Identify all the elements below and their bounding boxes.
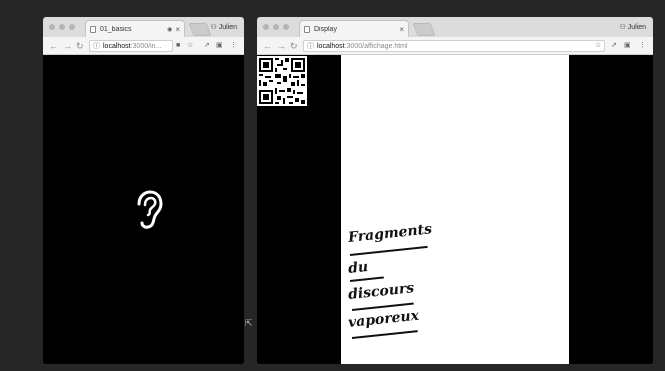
close-window-button[interactable] <box>49 24 55 30</box>
back-icon[interactable]: ← <box>49 40 58 52</box>
toolbar: ← → ↻ ⓘ localhost :3000/affichage.html ☆… <box>257 37 653 55</box>
poem-line-2: du <box>347 259 369 277</box>
toolbar: ← → ↻ ⓘ localhost :3000/in... ■ ☆ ⇗ ▣ ⋮ <box>43 37 244 55</box>
underline-2 <box>349 276 384 282</box>
maximize-window-button[interactable] <box>69 24 75 30</box>
forward-icon[interactable]: → <box>63 40 72 52</box>
new-tab-button[interactable] <box>412 23 436 36</box>
tab-bar: 01_basics ◉ × ⚇ Julien <box>43 17 244 37</box>
window-controls <box>263 24 289 30</box>
profile-button[interactable]: ⚇ Julien <box>210 23 237 31</box>
bookmark-star-icon[interactable]: ☆ <box>595 41 601 51</box>
mouse-cursor-icon: ⇱ <box>245 318 253 328</box>
url-host: localhost <box>103 42 131 50</box>
address-bar[interactable]: ⓘ localhost :3000/in... <box>89 40 173 52</box>
profile-icon: ⚇ <box>619 24 626 31</box>
profile-name: Julien <box>627 24 646 31</box>
close-tab-icon[interactable]: × <box>175 25 180 34</box>
url-path: :3000/in... <box>130 42 162 50</box>
reload-icon[interactable]: ↻ <box>76 40 84 52</box>
poem-line-3: discours <box>347 280 415 303</box>
menu-icon[interactable]: ⋮ <box>230 41 237 51</box>
profile-button[interactable]: ⚇ Julien <box>619 23 646 31</box>
info-icon: ⓘ <box>307 43 314 50</box>
window-controls <box>49 24 75 30</box>
page-viewport: Fragments du discours vaporeux <box>257 55 653 364</box>
info-icon: ⓘ <box>93 43 100 50</box>
extension-icon[interactable]: ⇗ <box>611 41 617 51</box>
close-tab-icon[interactable]: × <box>399 25 404 34</box>
minimize-window-button[interactable] <box>273 24 279 30</box>
poem-line-1: Fragments <box>347 221 433 246</box>
extension-icon-2[interactable]: ▣ <box>216 41 223 51</box>
new-tab-button[interactable] <box>188 23 212 36</box>
extension-icon-2[interactable]: ▣ <box>624 41 631 51</box>
underline-1 <box>349 245 428 256</box>
browser-window-right: Display × ⚇ Julien ← → ↻ ⓘ localhost :30… <box>257 17 653 364</box>
menu-icon[interactable]: ⋮ <box>639 41 646 51</box>
tab-bar: Display × ⚇ Julien <box>257 17 653 37</box>
bookmark-star-icon[interactable]: ☆ <box>187 41 193 51</box>
profile-icon: ⚇ <box>210 24 217 31</box>
underline-4 <box>351 330 418 339</box>
back-icon[interactable]: ← <box>263 40 272 52</box>
address-bar[interactable]: ⓘ localhost :3000/affichage.html <box>303 40 605 52</box>
minimize-window-button[interactable] <box>59 24 65 30</box>
page-icon <box>90 25 96 33</box>
ear-icon <box>137 190 163 229</box>
url-path: :3000/affichage.html <box>344 42 408 50</box>
url-host: localhost <box>317 42 345 50</box>
display-page: Fragments du discours vaporeux <box>341 55 569 364</box>
qr-code-icon <box>257 56 307 106</box>
extension-icon[interactable]: ⇗ <box>204 41 210 51</box>
poem-line-4: vaporeux <box>347 307 420 331</box>
tab-01-basics[interactable]: 01_basics ◉ × <box>85 20 185 37</box>
forward-icon[interactable]: → <box>277 40 286 52</box>
page-viewport <box>43 55 244 364</box>
browser-window-left: 01_basics ◉ × ⚇ Julien ← → ↻ ⓘ localhost… <box>43 17 244 364</box>
cast-icon[interactable]: ■ <box>176 41 180 51</box>
close-window-button[interactable] <box>263 24 269 30</box>
tab-display[interactable]: Display × <box>299 20 409 37</box>
tab-title: Display <box>314 25 337 33</box>
maximize-window-button[interactable] <box>283 24 289 30</box>
page-icon <box>304 25 310 33</box>
tab-title: 01_basics <box>100 25 132 33</box>
reload-icon[interactable]: ↻ <box>290 40 298 52</box>
recording-icon: ◉ <box>167 26 173 33</box>
profile-name: Julien <box>218 24 237 31</box>
